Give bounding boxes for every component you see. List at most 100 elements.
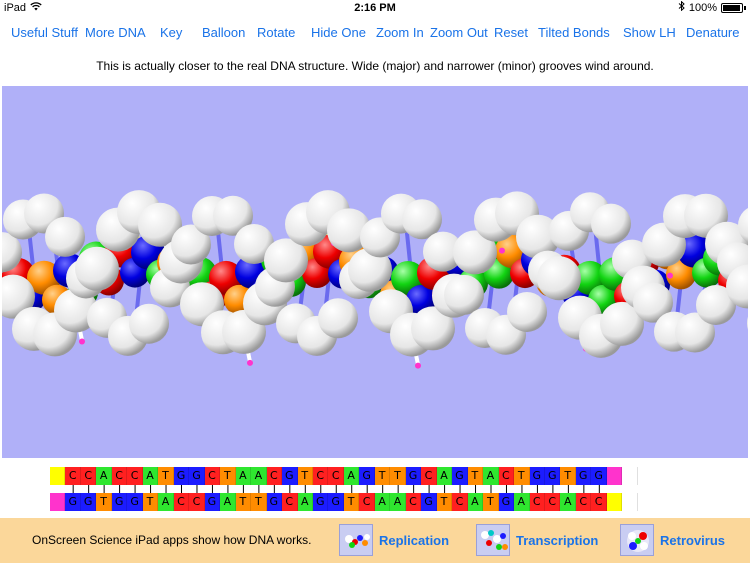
base-cell: A [235, 467, 252, 485]
phosphate-marker [667, 272, 673, 279]
base-cell: G [80, 493, 97, 511]
base-cell: C [529, 493, 545, 511]
reset-button[interactable]: Reset [494, 24, 528, 42]
rotate-button[interactable]: Rotate [257, 24, 295, 42]
base-cell: C [421, 467, 437, 485]
base-cell: T [297, 467, 313, 485]
base-cell: C [266, 467, 283, 485]
base-cell: A [220, 493, 236, 511]
base-cell: T [251, 493, 267, 511]
promo-bar: OnScreen Science iPad apps show how DNA … [0, 518, 750, 563]
base-cell: A [343, 467, 360, 485]
base-cell: C [575, 493, 592, 511]
base-cell: A [142, 467, 159, 485]
retrovirus-icon [620, 524, 654, 556]
transcription-app-link[interactable]: Transcription [476, 524, 598, 556]
helix-atoms [2, 190, 748, 369]
base-cell: G [204, 493, 221, 511]
base-cell: C [328, 467, 344, 485]
base-cell: G [498, 493, 515, 511]
zoom-out-button[interactable]: Zoom Out [430, 24, 488, 42]
base-cell: C [359, 493, 375, 511]
base-pair-lines [72, 485, 600, 493]
base-cell [606, 467, 623, 485]
base-cell: T [514, 467, 530, 485]
transcription-icon [476, 524, 510, 556]
phosphate-marker [499, 247, 505, 254]
atom-sphere [444, 274, 484, 315]
base-cell: T [158, 467, 174, 485]
base-cell: A [560, 493, 576, 511]
base-cell: T [220, 467, 236, 485]
base-cell: C [591, 493, 607, 511]
more-dna-button[interactable]: More DNA [85, 24, 146, 42]
replication-app-link[interactable]: Replication [339, 524, 449, 556]
show-lh-button[interactable]: Show LH [623, 24, 676, 42]
description-caption: This is actually closer to the real DNA … [96, 59, 654, 73]
base-cell: A [297, 493, 313, 511]
balloon-button[interactable]: Balloon [202, 24, 245, 42]
base-cell: T [142, 493, 159, 511]
base-cell: C [405, 493, 422, 511]
sequence-strand-top[interactable]: CCACCATGGCTAACGTCCAGTTGCAGTACTGGTGG [50, 467, 700, 485]
base-cell: A [374, 493, 391, 511]
base-cell: A [158, 493, 174, 511]
base-cell: C [80, 467, 97, 485]
dna-helix-model[interactable] [2, 86, 748, 458]
base-cell [50, 467, 66, 485]
base-cell: C [204, 467, 221, 485]
promo-text: OnScreen Science iPad apps show how DNA … [32, 533, 312, 547]
battery-percent: 100% [688, 2, 717, 14]
replication-label: Replication [379, 532, 450, 548]
atom-sphere [537, 256, 581, 301]
phosphate-marker [247, 359, 253, 366]
base-cell: G [421, 493, 437, 511]
atom-sphere [75, 246, 119, 291]
base-cell: A [436, 467, 453, 485]
base-cell: A [483, 467, 499, 485]
key-button[interactable]: Key [160, 24, 182, 42]
bluetooth-icon [678, 0, 685, 16]
base-cell: G [575, 467, 592, 485]
base-cell: C [498, 467, 515, 485]
base-cell: T [390, 467, 406, 485]
base-cell [50, 493, 66, 511]
zoom-in-button[interactable]: Zoom In [376, 24, 424, 42]
base-cell: C [111, 467, 128, 485]
base-cell: G [312, 493, 329, 511]
base-cell: T [436, 493, 453, 511]
retrovirus-app-link[interactable]: Retrovirus [620, 524, 725, 556]
tilted-bonds-button[interactable]: Tilted Bonds [538, 24, 610, 42]
sequence-strand-bottom[interactable]: GGTGGTACCGATTGCAGGTCAACGTCATGACCACC [50, 493, 700, 511]
base-cell: T [374, 467, 391, 485]
status-bar: iPad 2:16 PM 100% [0, 0, 750, 16]
base-cell: C [312, 467, 329, 485]
base-cell: A [96, 467, 112, 485]
base-cell: T [96, 493, 112, 511]
phosphate-marker [79, 338, 85, 345]
atom-sphere [318, 298, 358, 339]
base-cell: A [390, 493, 406, 511]
base-cell: C [127, 467, 143, 485]
base-cell: G [127, 493, 143, 511]
phosphate-marker [415, 362, 421, 369]
base-cell: C [545, 493, 561, 511]
toolbar: Useful Stuff More DNA Key Balloon Rotate… [0, 24, 750, 44]
base-cell: G [328, 493, 344, 511]
denature-button[interactable]: Denature [686, 24, 739, 42]
base-cell: C [65, 467, 81, 485]
dna-3d-view[interactable] [2, 86, 748, 458]
base-cell: G [452, 467, 468, 485]
base-cell: G [65, 493, 81, 511]
base-cell: C [173, 493, 190, 511]
atom-sphere [507, 291, 547, 332]
atom-sphere [129, 303, 169, 344]
retrovirus-label: Retrovirus [660, 532, 726, 548]
base-cell: G [545, 467, 561, 485]
hide-one-button[interactable]: Hide One [311, 24, 366, 42]
base-cell [622, 467, 638, 485]
base-cell: G [405, 467, 422, 485]
transcription-label: Transcription [516, 532, 599, 548]
useful-stuff-button[interactable]: Useful Stuff [11, 24, 78, 42]
base-cell: A [467, 493, 484, 511]
